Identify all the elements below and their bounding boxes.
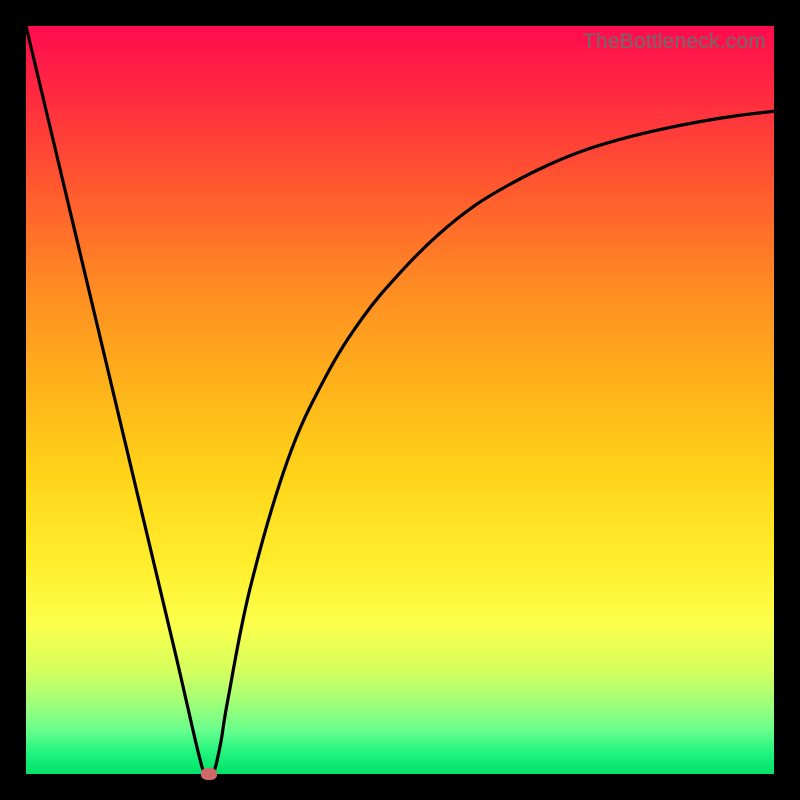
bottleneck-curve [26,26,774,774]
chart-frame: TheBottleneck.com [0,0,800,800]
optimum-marker [201,768,217,780]
plot-area: TheBottleneck.com [26,26,774,774]
